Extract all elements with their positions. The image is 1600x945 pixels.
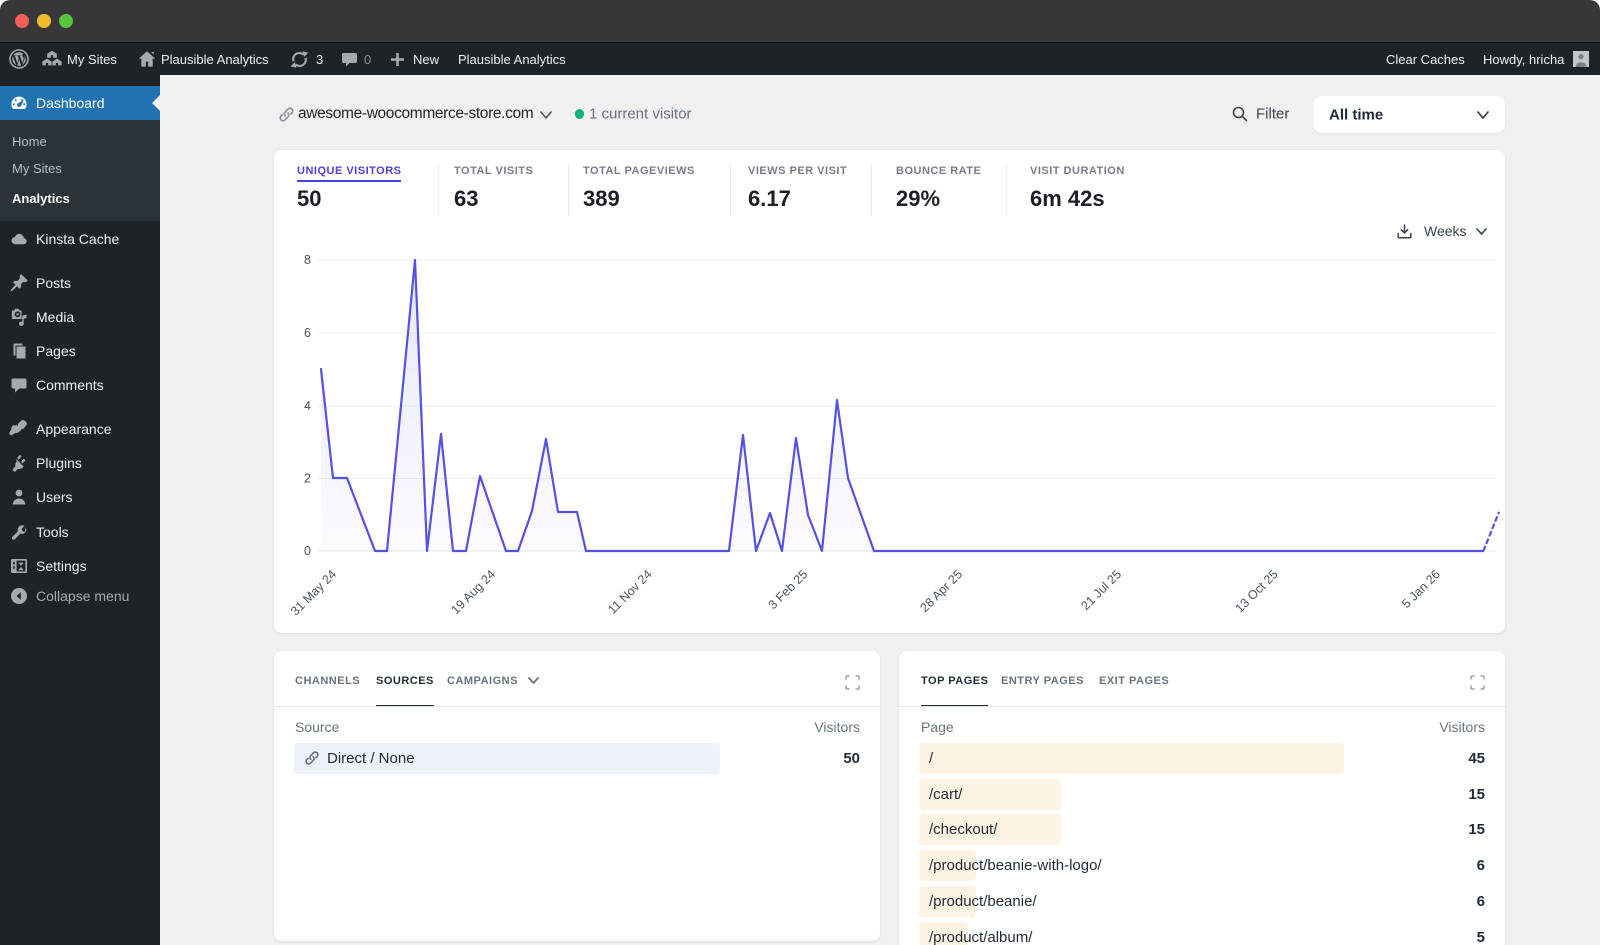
svg-text:11 Nov 24: 11 Nov 24 xyxy=(605,567,655,617)
svg-text:31 May 24: 31 May 24 xyxy=(288,567,339,618)
svg-text:21 Jul 25: 21 Jul 25 xyxy=(1078,567,1124,613)
svg-text:13 Oct 25: 13 Oct 25 xyxy=(1232,567,1280,615)
svg-text:3 Feb 25: 3 Feb 25 xyxy=(766,567,811,612)
svg-text:6: 6 xyxy=(304,326,311,340)
svg-text:4: 4 xyxy=(304,399,311,413)
svg-text:2: 2 xyxy=(304,472,311,486)
svg-text:0: 0 xyxy=(304,544,311,558)
svg-text:28 Apr 25: 28 Apr 25 xyxy=(917,567,965,615)
svg-text:5 Jan 26: 5 Jan 26 xyxy=(1399,567,1443,611)
svg-text:8: 8 xyxy=(304,253,311,267)
svg-text:19 Aug 24: 19 Aug 24 xyxy=(448,567,498,617)
